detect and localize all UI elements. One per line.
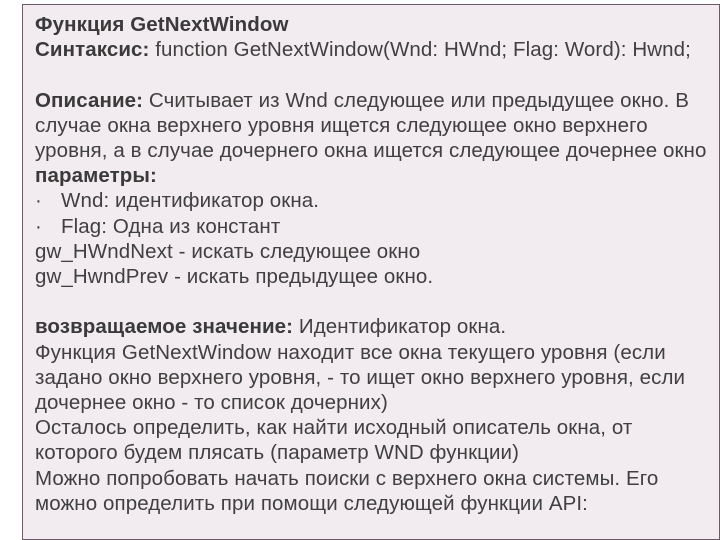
desc-line-1: Описание: Считывает из Wnd следующее или… (35, 88, 719, 113)
return-text: Идентификатор окна. (299, 315, 506, 338)
para-3: дочернее окно - то список дочерних) (35, 390, 719, 415)
desc-line-2: случае окна верхнего уровня ищется следу… (35, 113, 719, 138)
syntax-line: Синтаксис: function GetNextWindow(Wnd: H… (35, 37, 719, 62)
const-2: gw_HwndPrev - искать предыдущее окно. (35, 264, 719, 289)
bullet-2: ·Flag: Одна из констант (35, 214, 719, 239)
para-5: которого будем плясать (параметр WND фун… (35, 440, 719, 465)
blank-line-2 (35, 289, 719, 314)
syntax-value: function GetNextWindow(Wnd: HWnd; Flag: … (155, 38, 691, 61)
para-1: Функция GetNextWindow находит все окна т… (35, 340, 719, 365)
blank-line-1 (35, 62, 719, 87)
title-name: GetNextWindow (130, 13, 288, 36)
title-line: Функция GetNextWindow (35, 12, 719, 37)
para-2: задано окно верхнего уровня, - то ищет о… (35, 365, 719, 390)
bullet-1: ·Wnd: идентификатор окна. (35, 188, 719, 213)
desc-text-1: Считывает из Wnd следующее или предыдуще… (149, 89, 689, 112)
para-6: Можно попробовать начать поиски с верхне… (35, 466, 719, 491)
const-1: gw_HWndNext - искать следующее окно (35, 239, 719, 264)
bullet-1-text: Wnd: идентификатор окна. (61, 189, 319, 212)
bullet-2-text: Flag: Одна из констант (61, 215, 280, 238)
params-label: параметры: (35, 163, 719, 188)
desc-label: Описание: (35, 89, 143, 112)
return-line: возвращаемое значение: Идентификатор окн… (35, 314, 719, 339)
desc-line-3: уровня, а в случае дочернего окна ищется… (35, 138, 719, 163)
syntax-label: Синтаксис: (35, 38, 149, 61)
bullet-dot-icon: · (35, 188, 61, 213)
return-label: возвращаемое значение: (35, 315, 293, 338)
doc-panel: Функция GetNextWindow Синтаксис: functio… (22, 4, 720, 540)
para-7: можно определить при помощи следующей фу… (35, 491, 719, 516)
title-label: Функция (35, 13, 124, 36)
para-4: Осталось определить, как найти исходный … (35, 415, 719, 440)
bullet-dot-icon: · (35, 214, 61, 239)
